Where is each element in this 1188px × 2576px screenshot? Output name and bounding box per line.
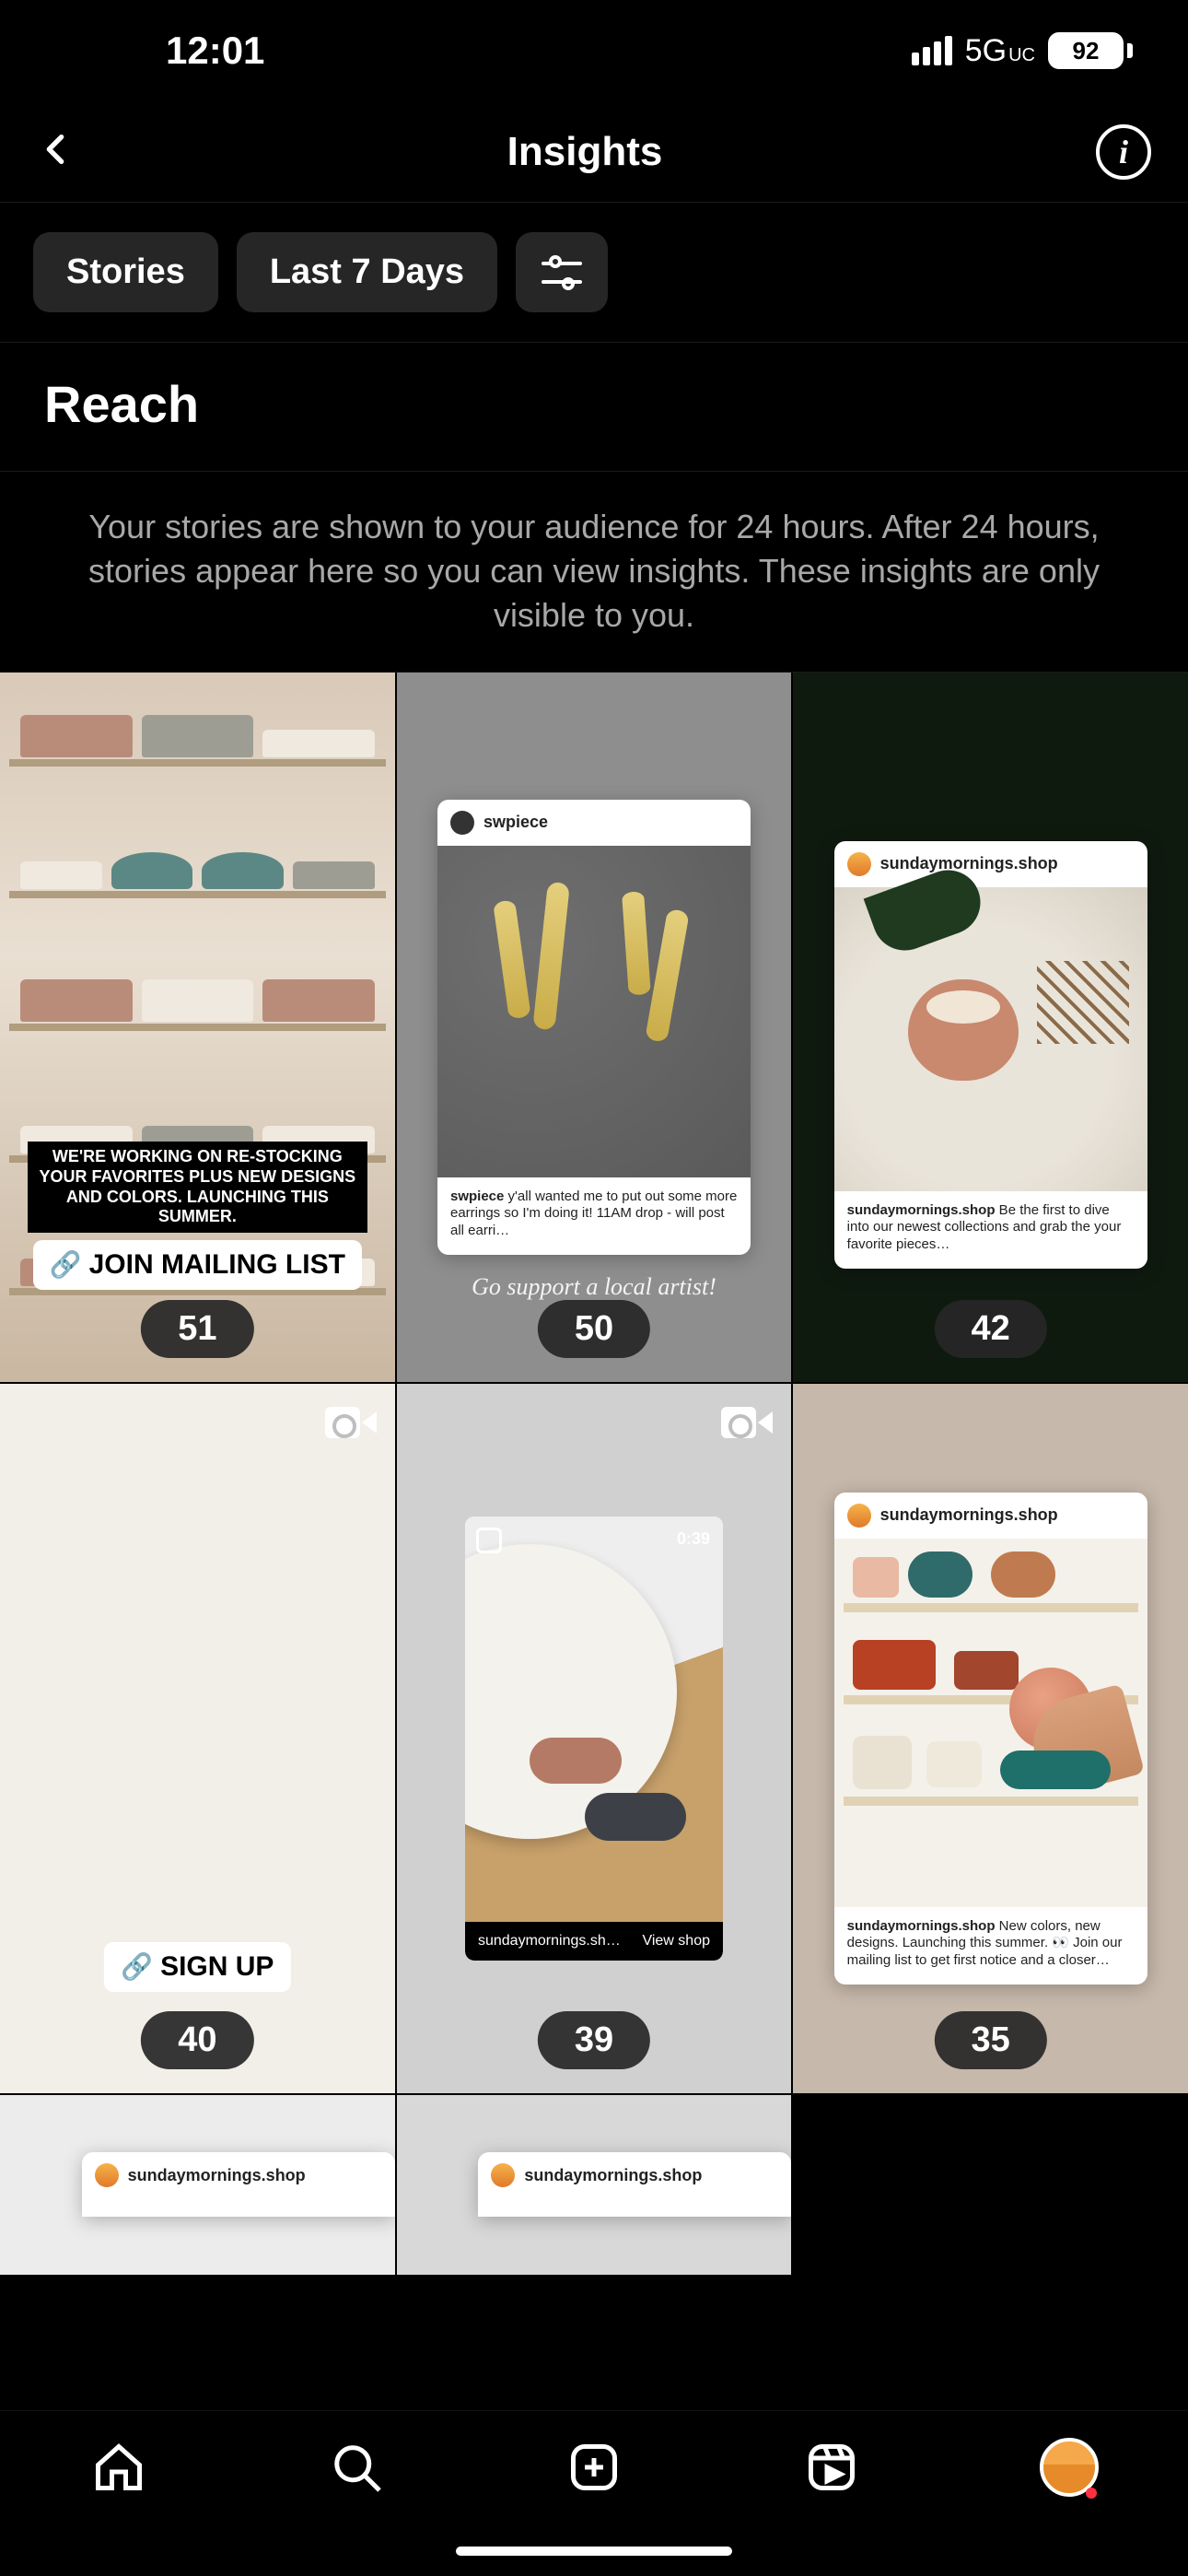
reel-duration: 0:39 — [677, 1529, 710, 1549]
profile-avatar-icon — [1040, 2438, 1099, 2497]
nav-search[interactable] — [324, 2435, 389, 2500]
status-time: 12:01 — [166, 29, 264, 73]
info-button[interactable]: i — [1096, 124, 1151, 180]
sliders-icon — [542, 256, 582, 289]
story-tile[interactable]: WE'RE WORKING ON RE-STOCKING YOUR FAVORI… — [0, 673, 395, 1382]
story-link-sticker: 🔗 JOIN MAILING LIST — [33, 1240, 362, 1290]
link-icon: 🔗 — [121, 1951, 153, 1982]
shared-post-card: sundaymornings.shop — [478, 2152, 791, 2217]
nav-create[interactable] — [562, 2435, 626, 2500]
page-title: Insights — [507, 129, 663, 175]
post-username: sundaymornings.shop — [880, 1505, 1058, 1525]
story-link-sticker: 🔗 SIGN UP — [104, 1942, 290, 1992]
nav-profile[interactable] — [1037, 2435, 1101, 2500]
filter-content-type[interactable]: Stories — [33, 232, 218, 312]
post-avatar-icon — [450, 811, 474, 835]
post-image — [437, 846, 751, 1177]
reel-action: View shop — [642, 1933, 710, 1950]
post-avatar-icon — [847, 852, 871, 876]
video-icon — [721, 1402, 773, 1443]
shared-reel-card: 0:39 sundaymornings.sh… View shop — [465, 1516, 723, 1961]
post-username: sundaymornings.shop — [128, 2166, 306, 2185]
story-tile[interactable]: sundaymornings.shop — [0, 2095, 395, 2275]
post-avatar-icon — [95, 2163, 119, 2187]
filter-period[interactable]: Last 7 Days — [237, 232, 497, 312]
story-tile[interactable]: 0:39 sundaymornings.sh… View shop 39 — [397, 1384, 792, 2093]
cellular-signal-icon — [912, 36, 952, 65]
story-overlay-text: WE'RE WORKING ON RE-STOCKING YOUR FAVORI… — [28, 1142, 367, 1232]
battery-level: 92 — [1048, 32, 1124, 69]
network-type: 5GUC — [965, 33, 1035, 69]
shared-post-card: sundaymornings.shop sundaymornings.shop … — [834, 1493, 1147, 1985]
post-username: swpiece — [483, 813, 548, 832]
section-description: Your stories are shown to your audience … — [0, 471, 1188, 673]
shared-post-card: sundaymornings.shop — [82, 2152, 395, 2217]
reach-count: 51 — [141, 1300, 253, 1358]
page-header: Insights i — [0, 101, 1188, 203]
nav-home[interactable] — [87, 2435, 151, 2500]
story-tile[interactable]: sundaymornings.shop — [397, 2095, 792, 2275]
filter-options-button[interactable] — [516, 232, 608, 312]
story-tile[interactable]: swpiece swpiece y'all wanted me to put o… — [397, 673, 792, 1382]
video-icon — [325, 1402, 377, 1443]
status-right: 5GUC 92 — [912, 32, 1133, 69]
reach-count: 50 — [538, 1300, 650, 1358]
filter-bar: Stories Last 7 Days — [0, 203, 1188, 343]
back-button[interactable] — [37, 126, 74, 177]
section-title: Reach — [0, 343, 1188, 471]
post-image — [834, 1539, 1147, 1907]
home-indicator — [456, 2547, 732, 2556]
story-tile[interactable]: sundaymornings.shop sundaymornings.shop … — [793, 673, 1188, 1382]
notification-dot-icon — [1086, 2488, 1097, 2499]
post-avatar-icon — [847, 1504, 871, 1528]
reach-count: 35 — [935, 2011, 1047, 2069]
shared-post-card: sundaymornings.shop sundaymornings.shop … — [834, 841, 1147, 1269]
post-username: sundaymornings.shop — [880, 854, 1058, 873]
shared-post-card: swpiece swpiece y'all wanted me to put o… — [437, 800, 751, 1255]
post-avatar-icon — [491, 2163, 515, 2187]
post-caption: swpiece y'all wanted me to put out some … — [437, 1177, 751, 1255]
story-text-caption: Go support a local artist! — [397, 1273, 792, 1301]
post-username: sundaymornings.shop — [524, 2166, 702, 2185]
story-tile[interactable]: sundaymornings.shop sundaymornings.shop … — [793, 1384, 1188, 2093]
stories-grid: WE'RE WORKING ON RE-STOCKING YOUR FAVORI… — [0, 673, 1188, 2275]
post-image — [834, 887, 1147, 1191]
reel-thumbnail: 0:39 — [465, 1516, 723, 1922]
battery-indicator: 92 — [1048, 32, 1133, 69]
link-icon: 🔗 — [50, 1249, 82, 1280]
reach-count: 39 — [538, 2011, 650, 2069]
reel-icon — [476, 1528, 502, 1553]
post-caption: sundaymornings.shop New colors, new desi… — [834, 1907, 1147, 1985]
post-caption: sundaymornings.shop Be the first to dive… — [834, 1191, 1147, 1269]
status-bar: 12:01 5GUC 92 — [0, 0, 1188, 101]
story-tile[interactable]: 🔗 SIGN UP 40 — [0, 1384, 395, 2093]
reach-count: 40 — [141, 2011, 253, 2069]
reel-username: sundaymornings.sh… — [478, 1933, 621, 1950]
reach-count: 42 — [935, 1300, 1047, 1358]
nav-reels[interactable] — [799, 2435, 864, 2500]
empty-tile — [793, 2095, 1188, 2275]
